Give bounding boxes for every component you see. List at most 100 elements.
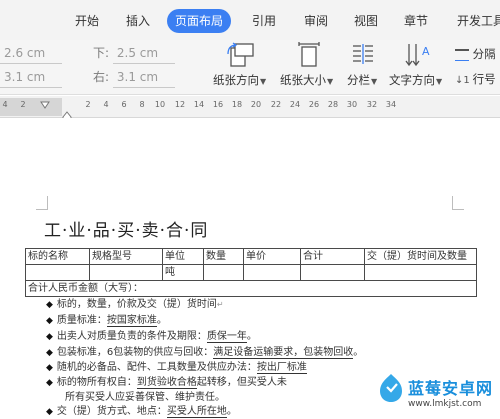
- margin-top-value[interactable]: 2.6 cm: [0, 43, 62, 64]
- tab-insert[interactable]: 插入: [126, 11, 150, 31]
- list-item-text: 随机的必备品、配件、工具数量及供应办法：: [56, 362, 257, 373]
- table-header-cell[interactable]: 数量: [203, 248, 244, 265]
- list-item[interactable]: ◆ 交（提）货方式、地点：买受人所在地。: [46, 405, 237, 419]
- tab-page-layout[interactable]: 页面布局: [167, 9, 232, 33]
- list-item-underlined: 按国家标准: [106, 315, 157, 327]
- separator-label: 分隔: [472, 47, 496, 61]
- table-header-cell[interactable]: 标的名称: [25, 248, 90, 265]
- list-item-underlined: 按出厂标准: [256, 362, 307, 374]
- ruler-tick-label: 6: [121, 100, 127, 109]
- list-item[interactable]: ◆ 随机的必备品、配件、工具数量及供应办法：按出厂标准: [46, 361, 307, 375]
- text-direction-button[interactable]: 文字方向▼: [389, 72, 442, 90]
- ruler-tick-label: 32: [366, 100, 378, 109]
- ruler-tick-label: 22: [270, 100, 282, 109]
- table-header-cell[interactable]: 规格型号: [89, 248, 163, 265]
- margin-right-label: 右:: [93, 70, 110, 84]
- table-header-cell[interactable]: 单价: [243, 248, 301, 265]
- text-direction-icon[interactable]: A: [405, 42, 433, 72]
- list-item-tail: 。: [226, 406, 237, 417]
- table-cell[interactable]: [25, 264, 90, 281]
- hanging-indent-marker[interactable]: [62, 107, 72, 122]
- ruler-tick-label: 34: [385, 100, 397, 109]
- bullet-diamond-icon: ◆: [46, 378, 53, 388]
- ruler-tick-label: 24: [289, 100, 301, 109]
- table-cell[interactable]: [300, 264, 365, 281]
- bullet-diamond-icon: ◆: [46, 300, 53, 310]
- bullet-diamond-icon: ◆: [46, 363, 53, 373]
- margin-right-value[interactable]: 3.1 cm: [112, 67, 175, 88]
- line-number-button[interactable]: ↓1 行号: [455, 71, 500, 89]
- list-item[interactable]: ◆ 标的，数量，价款及交（提）货时间↵: [46, 298, 224, 312]
- watermark-name: 蓝莓安卓网: [408, 379, 494, 398]
- tab-chapter[interactable]: 章节: [404, 11, 428, 31]
- ruler-tick-label: 12: [174, 100, 186, 109]
- contract-table[interactable]: 标的名称 规格型号 单位 数量 单价 合计 交（提）货时间及数量 吨 合计人民币…: [25, 248, 477, 297]
- list-item-text: 出卖人对质量负责的条件及期限：: [56, 331, 207, 342]
- bullet-diamond-icon: ◆: [46, 316, 53, 326]
- paper-orientation-label: 纸张方向: [213, 73, 259, 87]
- tab-view[interactable]: 视图: [354, 11, 378, 31]
- paper-orientation-icon[interactable]: [225, 42, 255, 72]
- tab-home[interactable]: 开始: [75, 11, 99, 31]
- horizontal-ruler[interactable]: 4 2 2 4 6 8 10 12 14 16 18 20 22 24 26 2…: [0, 96, 500, 122]
- bullet-diamond-icon: ◆: [46, 348, 53, 358]
- chevron-down-icon: ▼: [260, 77, 267, 86]
- separator-button[interactable]: 分隔: [455, 45, 500, 65]
- margin-bottom-field[interactable]: 下: 2.5 cm: [93, 43, 175, 64]
- list-item-text: 标的，数量，价款及交（提）货时间: [56, 299, 217, 310]
- chevron-down-icon: ▼: [327, 77, 334, 86]
- columns-icon[interactable]: [350, 42, 376, 72]
- table-header-cell[interactable]: 单位: [162, 248, 204, 265]
- margin-top-field[interactable]: 2.6 cm: [0, 43, 62, 64]
- paper-orientation-button[interactable]: 纸张方向▼: [213, 72, 266, 90]
- list-item-underlined: 到货验收合格: [136, 377, 197, 389]
- list-item-tail: 。: [246, 331, 257, 342]
- margin-bottom-value[interactable]: 2.5 cm: [112, 43, 175, 64]
- ruler-tick-label: 28: [327, 100, 339, 109]
- table-row: 吨: [25, 264, 477, 281]
- table-row: 标的名称 规格型号 单位 数量 单价 合计 交（提）货时间及数量: [25, 248, 477, 265]
- total-amount-cell[interactable]: 合计人民币金额（大写）：: [25, 280, 477, 297]
- table-cell[interactable]: [243, 264, 301, 281]
- list-item[interactable]: ◆ 标的物所有权自：到货验收合格起转移，但买受人未: [46, 376, 287, 390]
- tab-review[interactable]: 审阅: [304, 11, 328, 31]
- table-header-cell[interactable]: 合计: [300, 248, 365, 265]
- columns-button[interactable]: 分栏▼: [347, 72, 377, 90]
- table-cell[interactable]: [89, 264, 163, 281]
- table-header-cell[interactable]: 交（提）货时间及数量: [364, 248, 477, 265]
- ribbon-tab-bar: 开始 插入 页面布局 引用 审阅 视图 章节 开发工具: [0, 0, 500, 40]
- list-item[interactable]: ◆ 包装标准，6包装物的供应与回收：满足设备运输要求，包装物回收。: [46, 346, 363, 360]
- margin-left-field[interactable]: 3.1 cm: [0, 67, 62, 88]
- first-line-indent-marker[interactable]: [40, 96, 50, 109]
- text-direction-label: 文字方向: [389, 73, 435, 87]
- tab-developer[interactable]: 开发工具: [457, 11, 500, 31]
- ruler-tick-label: 8: [139, 100, 145, 109]
- bullet-diamond-icon: ◆: [46, 407, 53, 417]
- list-item-tail: 。: [353, 347, 364, 358]
- list-item[interactable]: ◆ 质量标准：按国家标准。: [46, 314, 167, 328]
- table-cell[interactable]: [203, 264, 244, 281]
- contract-title[interactable]: 工·业·品·买·卖·合·同: [44, 216, 208, 241]
- list-item-underlined: 质保一年: [206, 331, 247, 343]
- ruler-tick-label: 2: [85, 100, 91, 109]
- line-number-icon: ↓1: [455, 75, 470, 86]
- tab-references[interactable]: 引用: [252, 11, 276, 31]
- margin-left-value[interactable]: 3.1 cm: [0, 67, 62, 88]
- ruler-tick-label: 16: [212, 100, 224, 109]
- ruler-tick-label: 4: [2, 100, 8, 109]
- list-item[interactable]: ◆ 出卖人对质量负责的条件及期限：质保一年。: [46, 330, 257, 344]
- paper-size-button[interactable]: 纸张大小▼: [280, 72, 333, 90]
- margin-bottom-label: 下:: [93, 46, 110, 60]
- chevron-down-icon: ▼: [436, 77, 443, 86]
- ruler-tick-label: 4: [103, 100, 109, 109]
- list-item-underlined: 买受人所在地: [166, 406, 227, 418]
- list-item-text: 质量标准：: [56, 315, 107, 326]
- list-item-text: 交（提）货方式、地点：: [56, 406, 167, 417]
- table-cell[interactable]: 吨: [162, 264, 204, 281]
- list-item-continuation[interactable]: 所有买受人应妥善保管、维护责任。: [65, 391, 225, 405]
- paper-size-icon[interactable]: [296, 42, 322, 72]
- table-cell[interactable]: [364, 264, 477, 281]
- columns-label: 分栏: [347, 73, 370, 87]
- margin-right-field[interactable]: 右: 3.1 cm: [93, 67, 175, 88]
- chevron-down-icon: ▼: [371, 77, 378, 86]
